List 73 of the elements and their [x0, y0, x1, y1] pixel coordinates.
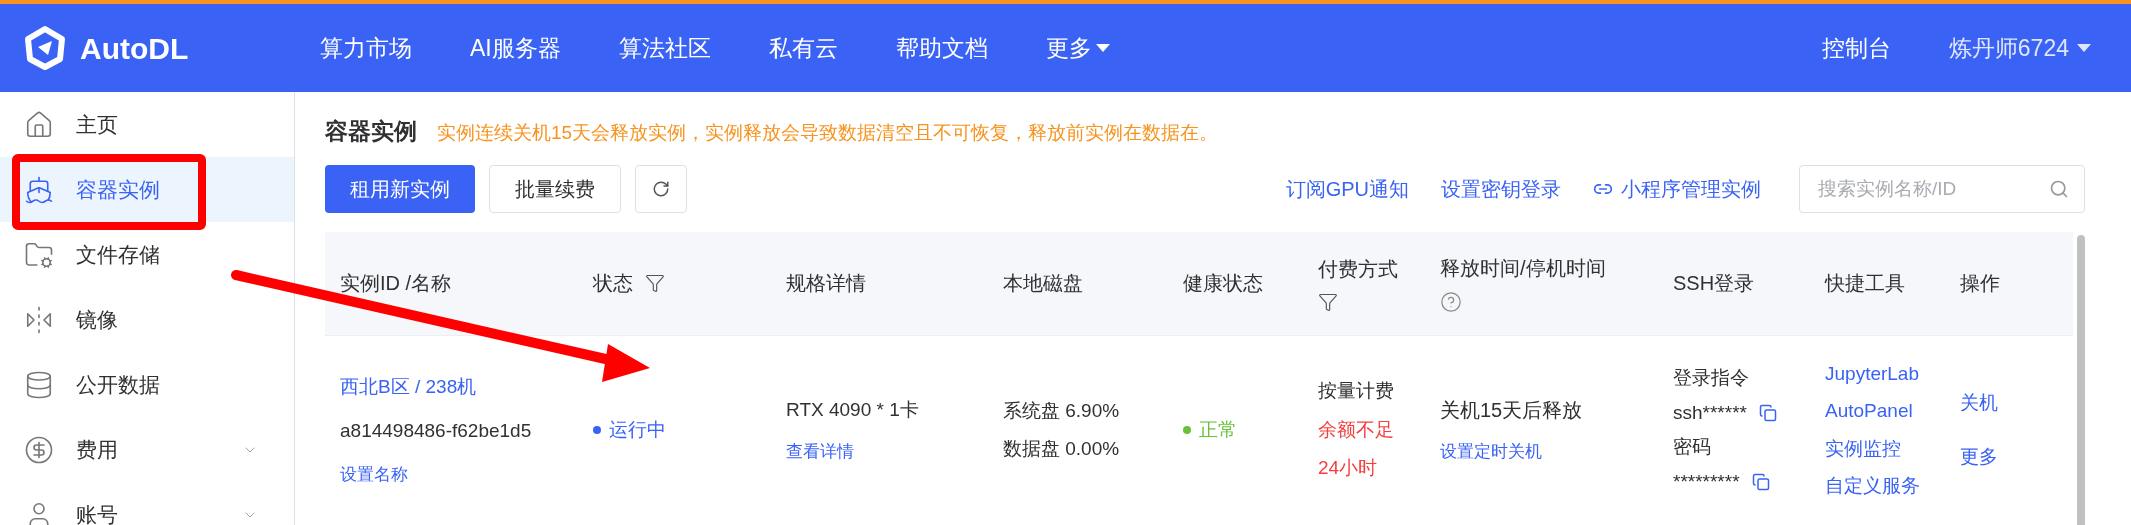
action-link[interactable]: 更多: [1960, 443, 2073, 472]
billing-text: 按量计费: [1318, 379, 1395, 404]
column-header: 状态: [593, 271, 633, 296]
disk-usage-text: 系统盘 6.90%: [1003, 398, 1121, 423]
toolbar-link[interactable]: 设置密钥登录: [1441, 173, 1561, 204]
spec-text: RTX 4090 * 1卡: [786, 398, 920, 422]
mirror-icon: [24, 304, 54, 335]
region-link[interactable]: 西北B区 / 238机: [340, 372, 593, 402]
column-header: 规格详情: [786, 271, 866, 296]
disk-usage-text: 数据盘 0.00%: [1003, 437, 1121, 461]
column-header: SSH登录: [1673, 271, 1755, 296]
column-header: 快捷工具: [1825, 271, 1905, 296]
toolbar-link[interactable]: 小程序管理实例: [1593, 173, 1761, 204]
sidebar-item[interactable]: 账号: [0, 482, 294, 525]
warning-text: 余额不足: [1318, 417, 1395, 442]
primary-button[interactable]: 租用新实例: [325, 164, 475, 213]
nav-link[interactable]: 算力市场: [320, 30, 412, 66]
ssh-command: ssh******: [1673, 400, 1747, 425]
column-header: 实例ID /名称: [340, 271, 452, 296]
search-icon: [2049, 178, 2069, 199]
database-search-icon: [24, 369, 54, 400]
filter-icon[interactable]: [645, 273, 665, 293]
copy-icon[interactable]: [1758, 403, 1777, 422]
user-menu[interactable]: 炼丹师6724: [1948, 30, 2091, 66]
schedule-link[interactable]: 设置定时关机: [1440, 439, 1673, 465]
column-header: 付费方式: [1318, 257, 1399, 282]
nav-link[interactable]: 算法社区: [618, 30, 711, 66]
sidebar-item[interactable]: 镜像: [0, 287, 294, 352]
action-link[interactable]: 关机: [1960, 388, 2073, 417]
column-header: 操作: [1960, 271, 2000, 296]
password-text: *********: [1673, 469, 1740, 494]
home-icon: [24, 109, 54, 140]
column-header: 释放时间/停机时间: [1440, 256, 1607, 281]
instance-id: a814498486-f62be1d5: [340, 419, 533, 444]
tool-link[interactable]: 实例监控: [1825, 434, 1960, 463]
nav-link[interactable]: 帮助文档: [895, 30, 988, 66]
refresh-button[interactable]: [635, 164, 687, 213]
logo-text: AutoDL: [80, 30, 189, 67]
copy-icon[interactable]: [1751, 472, 1770, 491]
page-title: 容器实例: [325, 117, 417, 146]
notice-text: 实例连续关机15天会释放实例，实例释放会导致数据清空且不可恢复，释放前实例在数据在。: [437, 121, 1219, 145]
column-header: 本地磁盘: [1003, 271, 1083, 296]
ship-icon: [24, 174, 54, 205]
sidebar-item[interactable]: 主页: [0, 92, 294, 157]
toolbar-link[interactable]: 订阅GPU通知: [1285, 173, 1409, 204]
tool-link[interactable]: AutoPanel: [1825, 397, 1960, 426]
sidebar-item[interactable]: 文件存储: [0, 222, 294, 287]
release-text: 关机15天后释放: [1440, 398, 1584, 424]
secondary-button[interactable]: 批量续费: [489, 164, 621, 213]
tool-link[interactable]: 自定义服务: [1825, 472, 1960, 501]
nav-link[interactable]: AI服务器: [470, 30, 561, 66]
warning-text: 24小时: [1318, 456, 1379, 481]
scrollbar[interactable]: [2077, 234, 2085, 525]
refresh-icon: [652, 179, 670, 198]
status-text: 运行中: [609, 417, 666, 442]
logo-icon: [22, 25, 68, 71]
sidebar-item[interactable]: 费用: [0, 417, 294, 482]
details-link[interactable]: 查看详情: [786, 438, 1003, 464]
ssh-label: 登录指令: [1673, 366, 1750, 390]
tool-link[interactable]: JupyterLab: [1825, 359, 1960, 388]
column-header: 健康状态: [1183, 271, 1263, 296]
sidebar-item[interactable]: 公开数据: [0, 352, 294, 417]
search-field[interactable]: 搜索实例名称/ID: [1799, 164, 2085, 213]
caret-icon: [2077, 44, 2091, 52]
help-icon[interactable]: [1440, 291, 1462, 313]
caret-icon: [1095, 44, 1110, 52]
rename-link[interactable]: 设置名称: [340, 461, 593, 488]
console-link[interactable]: 控制台: [1821, 30, 1891, 66]
health-text: 正常: [1199, 417, 1237, 442]
password-label: 密码: [1673, 435, 1712, 459]
nav-link[interactable]: 私有云: [768, 30, 838, 66]
filter-icon[interactable]: [1318, 292, 1338, 312]
nav-link[interactable]: 更多: [1045, 30, 1110, 66]
